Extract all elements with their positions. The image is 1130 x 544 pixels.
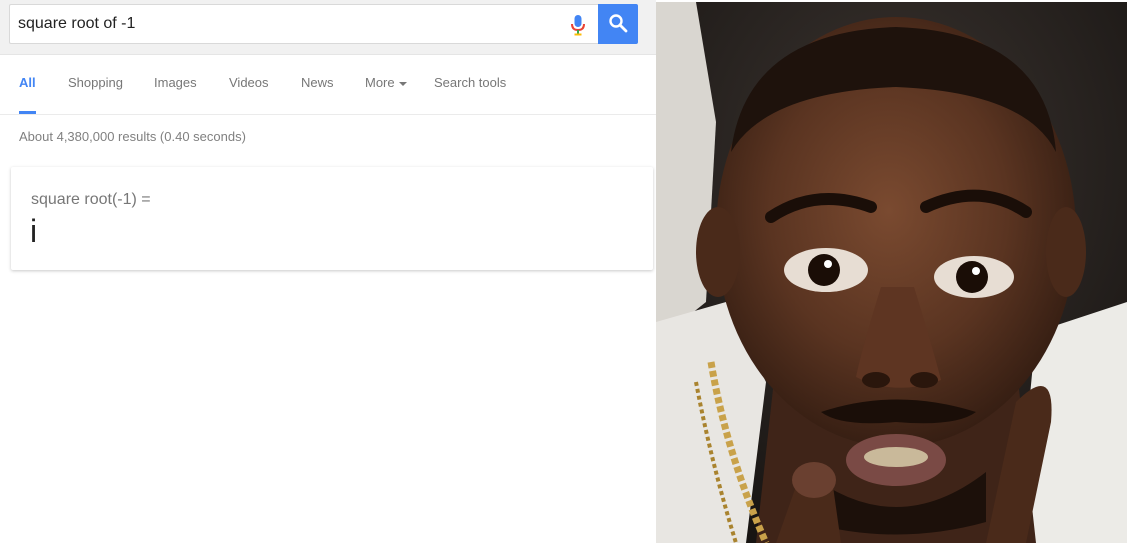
tab-more-label: More — [365, 75, 395, 90]
tab-more[interactable]: More — [365, 56, 407, 114]
reaction-face-photo — [656, 2, 1127, 543]
tab-news[interactable]: News — [301, 56, 334, 114]
search-results-panel: All Shopping Images Videos News More Sea… — [0, 0, 656, 544]
tab-shopping[interactable]: Shopping — [68, 56, 123, 114]
search-input[interactable] — [18, 5, 548, 43]
result-stats: About 4,380,000 results (0.40 seconds) — [19, 129, 246, 144]
search-tabs: All Shopping Images Videos News More Sea… — [0, 56, 656, 115]
search-button[interactable] — [598, 4, 638, 44]
calculator-card: square root(-1) = i — [11, 167, 653, 270]
search-header — [0, 0, 656, 55]
magnifier-icon — [608, 13, 628, 36]
search-box[interactable] — [9, 4, 598, 44]
tab-all[interactable]: All — [19, 56, 36, 114]
tab-images[interactable]: Images — [154, 56, 197, 114]
calculator-result: i — [30, 213, 38, 249]
calculator-expression: square root(-1) = — [31, 191, 151, 208]
dropdown-arrow-icon — [398, 81, 407, 86]
tab-videos[interactable]: Videos — [229, 56, 269, 114]
tab-search-tools[interactable]: Search tools — [434, 56, 506, 114]
microphone-icon[interactable] — [570, 14, 586, 36]
